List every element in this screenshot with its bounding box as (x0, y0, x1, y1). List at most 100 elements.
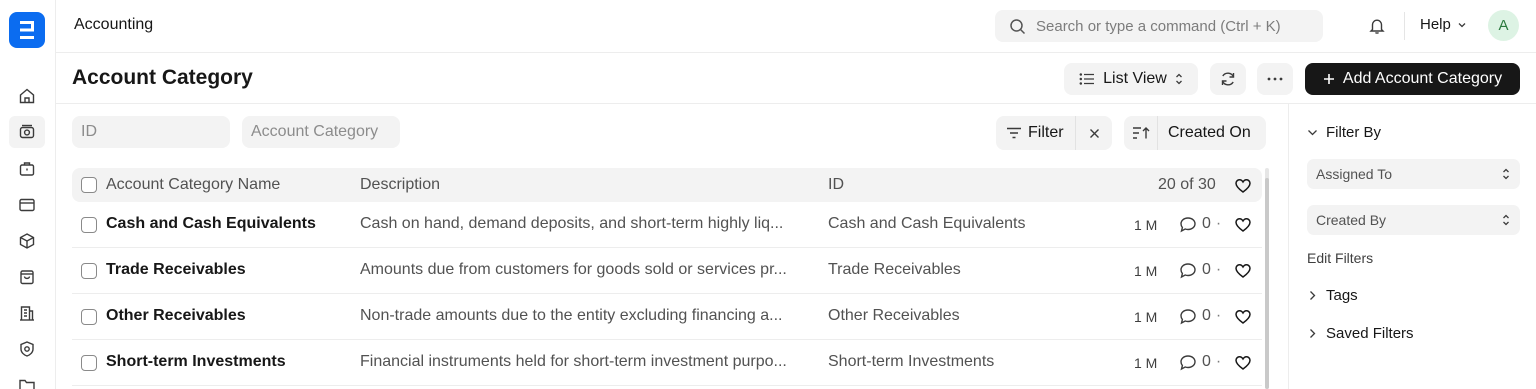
app-logo[interactable] (9, 12, 45, 48)
tags-section[interactable]: Tags (1309, 287, 1358, 304)
like-heart-icon[interactable] (1234, 308, 1252, 331)
select-arrows-icon (1503, 214, 1509, 226)
record-count: 20 of 30 (1158, 176, 1216, 193)
table-row[interactable]: Cash and Cash Equivalents Cash on hand, … (72, 202, 1262, 248)
table-row[interactable]: Trade Receivables Amounts due from custo… (72, 248, 1262, 294)
table-row[interactable]: Other Receivables Non-trade amounts due … (72, 294, 1262, 340)
select-arrows-icon (1503, 168, 1509, 180)
row-comments[interactable]: 0 · (1179, 215, 1221, 233)
table-row[interactable]: Short-term Investments Financial instrum… (72, 340, 1262, 386)
row-checkbox[interactable] (81, 263, 97, 279)
building-icon[interactable] (14, 300, 40, 326)
clear-filter-button[interactable] (1076, 116, 1112, 150)
filter-icon (1007, 127, 1021, 139)
card-icon[interactable] (14, 192, 40, 218)
table-header: Account Category Name Description ID 20 … (72, 168, 1262, 202)
select-arrows-icon (1175, 73, 1182, 85)
help-label: Help (1420, 16, 1451, 33)
row-modified-time: 1 M (1134, 309, 1158, 325)
row-comments[interactable]: 0 · (1179, 261, 1221, 279)
notification-bell-icon[interactable] (1366, 15, 1388, 37)
row-checkbox[interactable] (81, 309, 97, 325)
top-navbar: Accounting Search or type a command (Ctr… (56, 0, 1536, 53)
created-by-select[interactable]: Created By (1307, 205, 1520, 235)
row-id: Other Receivables (828, 307, 960, 324)
select-all-checkbox[interactable] (81, 177, 97, 193)
comment-count: 0 (1202, 261, 1211, 278)
row-comments[interactable]: 0 · (1179, 307, 1221, 325)
comment-count: 0 (1202, 353, 1211, 370)
like-heart-icon[interactable] (1234, 354, 1252, 377)
avatar[interactable]: A (1488, 10, 1519, 41)
filter-by-header[interactable]: Filter By (1307, 124, 1381, 141)
column-header-id[interactable]: ID (828, 176, 844, 194)
folder-icon[interactable] (14, 372, 40, 389)
plus-icon (1323, 74, 1334, 84)
row-checkbox[interactable] (81, 217, 97, 233)
like-heart-icon[interactable] (1234, 216, 1252, 239)
filter-control: Filter (996, 116, 1112, 150)
row-comments[interactable]: 0 · (1179, 353, 1221, 371)
account-category-filter-input[interactable]: Account Category (242, 116, 400, 148)
shield-icon[interactable] (14, 336, 40, 362)
separator-dot: · (1215, 215, 1222, 232)
comment-count: 0 (1202, 215, 1211, 232)
chevron-down-icon (1308, 130, 1317, 136)
filter-button[interactable]: Filter (996, 116, 1076, 150)
row-name[interactable]: Other Receivables (106, 307, 346, 325)
app-title[interactable]: Accounting (74, 16, 153, 34)
row-modified-time: 1 M (1134, 355, 1158, 371)
filter-sidebar: Filter By Assigned To Created By Edit Fi… (1288, 104, 1536, 389)
list-view-label: List View (1103, 70, 1167, 87)
row-description: Financial instruments held for short-ter… (360, 353, 787, 370)
sort-field-label[interactable]: Created On (1158, 124, 1251, 142)
logo-e-icon (20, 21, 34, 39)
add-button-label: Add Account Category (1342, 70, 1503, 87)
search-bar[interactable]: Search or type a command (Ctrl + K) (995, 10, 1323, 42)
sort-direction-button[interactable] (1124, 116, 1158, 150)
column-header-name[interactable]: Account Category Name (106, 176, 280, 194)
list-icon (1079, 73, 1095, 85)
more-options-button[interactable] (1257, 63, 1293, 95)
created-by-label: Created By (1316, 212, 1387, 228)
row-checkbox[interactable] (81, 355, 97, 371)
comment-icon (1180, 216, 1196, 232)
id-filter-input[interactable]: ID (72, 116, 230, 148)
row-modified-time: 1 M (1134, 217, 1158, 233)
id-filter-placeholder: ID (81, 123, 97, 140)
filter-label: Filter (1028, 124, 1064, 141)
page-header: Account Category List View Add Account C… (56, 53, 1536, 104)
briefcase-icon[interactable] (14, 156, 40, 182)
bag-icon[interactable] (14, 264, 40, 290)
box-icon[interactable] (14, 228, 40, 254)
row-modified-time: 1 M (1134, 263, 1158, 279)
help-menu[interactable]: Help (1420, 16, 1467, 33)
like-filter-heart-icon[interactable] (1234, 177, 1252, 200)
row-name[interactable]: Short-term Investments (106, 353, 346, 371)
tags-label: Tags (1326, 287, 1358, 304)
list-view-dropdown[interactable]: List View (1064, 63, 1198, 95)
separator-dot: · (1215, 307, 1222, 324)
more-horizontal-icon (1267, 77, 1283, 81)
list-scrollbar-thumb[interactable] (1265, 178, 1269, 389)
row-name[interactable]: Cash and Cash Equivalents (106, 215, 346, 233)
page-title: Account Category (72, 66, 253, 89)
saved-filters-label: Saved Filters (1326, 325, 1414, 342)
chevron-right-icon (1310, 329, 1316, 338)
row-id: Cash and Cash Equivalents (828, 215, 1026, 232)
like-heart-icon[interactable] (1234, 262, 1252, 285)
navbar-divider (1404, 12, 1405, 40)
app-rail (0, 0, 56, 389)
accounting-icon[interactable] (9, 116, 45, 148)
add-account-category-button[interactable]: Add Account Category (1305, 63, 1520, 95)
sort-ascending-icon (1132, 127, 1149, 139)
edit-filters-link[interactable]: Edit Filters (1307, 250, 1373, 266)
refresh-icon (1221, 72, 1235, 86)
refresh-button[interactable] (1210, 63, 1246, 95)
row-description: Non-trade amounts due to the entity excl… (360, 307, 783, 324)
assigned-to-select[interactable]: Assigned To (1307, 159, 1520, 189)
column-header-description[interactable]: Description (360, 176, 440, 194)
home-icon[interactable] (14, 83, 40, 109)
saved-filters-section[interactable]: Saved Filters (1309, 325, 1414, 342)
row-name[interactable]: Trade Receivables (106, 261, 346, 279)
